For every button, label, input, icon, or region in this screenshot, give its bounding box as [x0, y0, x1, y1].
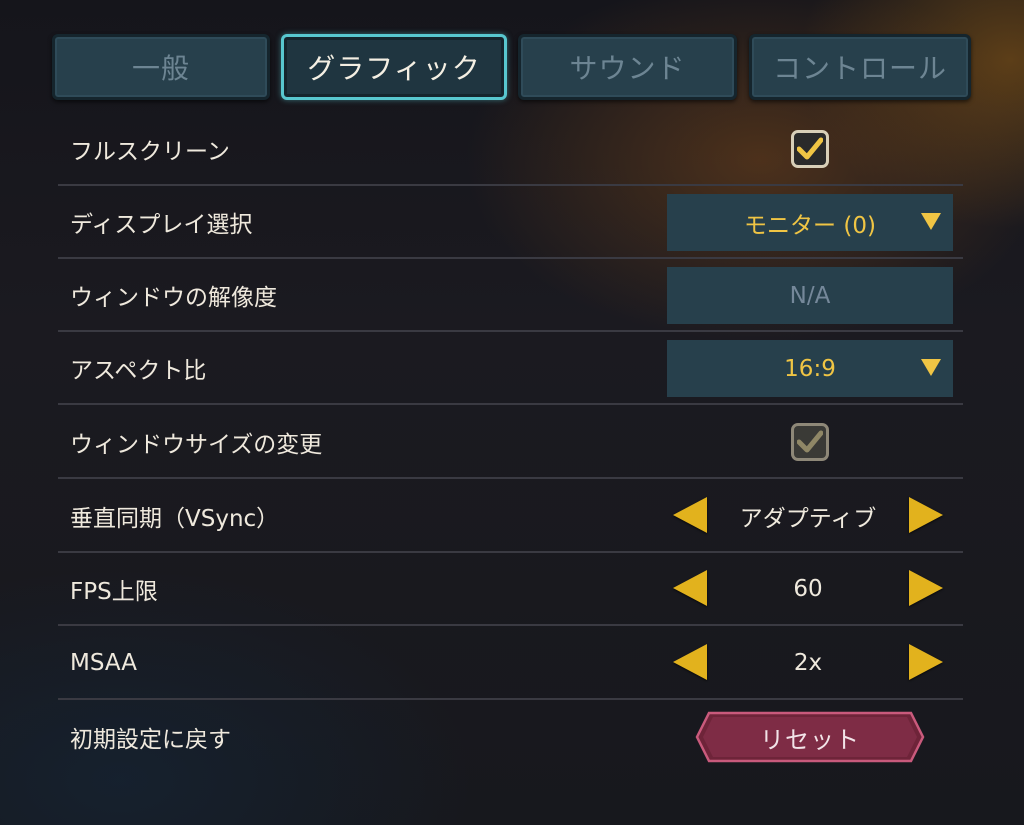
arrow-right-icon[interactable]: [909, 497, 943, 533]
setting-row-aspect-ratio: アスペクト比 16:9: [58, 332, 963, 405]
setting-row-window-resolution: ウィンドウの解像度 N/A: [58, 259, 963, 332]
setting-row-msaa: MSAA 2x: [58, 627, 963, 700]
caret-down-icon: [921, 213, 941, 230]
fullscreen-label: フルスクリーン: [70, 138, 230, 165]
window-resolution-value: N/A: [789, 282, 831, 309]
arrow-left-icon[interactable]: [673, 497, 707, 533]
window-resize-label: ウィンドウサイズの変更: [70, 431, 323, 458]
reset-button-label: リセット: [760, 725, 860, 754]
reset-label: 初期設定に戻す: [70, 726, 231, 753]
reset-button[interactable]: リセット: [695, 711, 925, 763]
setting-row-fullscreen: フルスクリーン: [58, 113, 963, 186]
check-icon: [797, 430, 823, 453]
msaa-label: MSAA: [70, 649, 137, 676]
msaa-value: 2x: [793, 649, 823, 676]
window-resolution-field: N/A: [667, 267, 953, 324]
vsync-value: アダプティブ: [739, 505, 877, 532]
fps-limit-value: 60: [793, 575, 823, 602]
aspect-ratio-dropdown[interactable]: 16:9: [667, 340, 953, 397]
arrow-left-icon[interactable]: [673, 644, 707, 680]
arrow-right-icon[interactable]: [909, 644, 943, 680]
display-select-dropdown[interactable]: モニター (0): [667, 194, 953, 251]
setting-row-window-resize: ウィンドウサイズの変更: [58, 406, 963, 479]
display-select-value: モニター (0): [744, 212, 876, 239]
tab-general[interactable]: 一般: [52, 34, 270, 100]
setting-row-vsync: 垂直同期（VSync） アダプティブ: [58, 480, 963, 553]
display-select-label: ディスプレイ選択: [70, 211, 253, 238]
window-resize-checkbox: [791, 423, 829, 461]
caret-down-icon: [921, 359, 941, 376]
aspect-ratio-label: アスペクト比: [70, 357, 207, 384]
tab-controls[interactable]: コントロール: [749, 34, 971, 100]
arrow-right-icon[interactable]: [909, 570, 943, 606]
fullscreen-checkbox[interactable]: [791, 130, 829, 168]
arrow-left-icon[interactable]: [673, 570, 707, 606]
tab-graphics[interactable]: グラフィック: [281, 34, 507, 100]
vsync-label: 垂直同期（VSync）: [70, 505, 280, 532]
window-resolution-label: ウィンドウの解像度: [70, 284, 277, 311]
setting-row-fps-limit: FPS上限 60: [58, 553, 963, 626]
tab-sound[interactable]: サウンド: [518, 34, 737, 100]
setting-row-reset: 初期設定に戻す リセット: [58, 700, 963, 773]
aspect-ratio-value: 16:9: [784, 355, 836, 382]
check-icon: [797, 137, 823, 160]
fps-limit-label: FPS上限: [70, 578, 158, 605]
setting-row-display-select: ディスプレイ選択 モニター (0): [58, 186, 963, 259]
